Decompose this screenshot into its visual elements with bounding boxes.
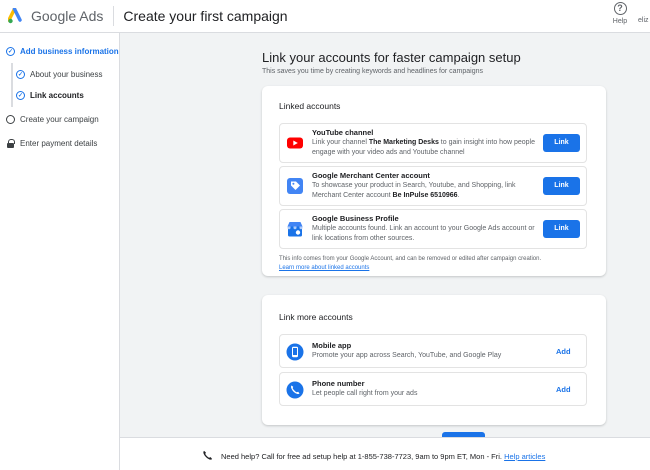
row-title: Phone number bbox=[312, 379, 365, 388]
help-icon: ? bbox=[613, 2, 627, 15]
main-content: Link your accounts for faster campaign s… bbox=[120, 33, 650, 437]
business-profile-row: Google Business Profile Multiple account… bbox=[279, 209, 587, 249]
business-profile-icon bbox=[287, 222, 303, 237]
step-about-your-business[interactable]: ✓ About your business bbox=[16, 70, 103, 79]
step-enter-payment-details[interactable]: Enter payment details bbox=[6, 139, 97, 148]
check-circle-icon: ✓ bbox=[16, 70, 25, 79]
row-title: Mobile app bbox=[312, 341, 352, 350]
row-description: Link your channel The Marketing Desks to… bbox=[312, 139, 535, 156]
help-articles-link[interactable]: Help articles bbox=[504, 452, 545, 461]
help-footer: Need help? Call for free ad setup help a… bbox=[120, 437, 650, 470]
linked-accounts-title: Linked accounts bbox=[279, 101, 341, 111]
row-description: To showcase your product in Search, Yout… bbox=[312, 182, 516, 199]
row-description: Let people call right from your ads bbox=[312, 390, 418, 397]
link-youtube-button[interactable]: Link bbox=[543, 134, 580, 152]
google-ads-logo-icon bbox=[8, 8, 22, 24]
phone-number-row: Phone number Let people call right from … bbox=[279, 372, 587, 406]
row-description: Promote your app across Search, YouTube,… bbox=[312, 352, 502, 359]
page-subtitle: This saves you time by creating keywords… bbox=[262, 68, 483, 75]
linked-accounts-card: Linked accounts YouTube channel Link you… bbox=[262, 86, 606, 276]
check-circle-icon: ✓ bbox=[16, 91, 25, 100]
step-add-business-information[interactable]: ✓ Add business information bbox=[6, 47, 119, 56]
page-header-title: Create your first campaign bbox=[123, 8, 288, 24]
youtube-channel-row: YouTube channel Link your channel The Ma… bbox=[279, 123, 587, 163]
row-title: YouTube channel bbox=[312, 128, 374, 137]
lock-icon bbox=[6, 139, 15, 148]
note-text: This info comes from your Google Account… bbox=[279, 256, 542, 262]
linked-accounts-note: This info comes from your Google Account… bbox=[279, 255, 541, 272]
substep-line bbox=[11, 63, 13, 107]
link-more-accounts-title: Link more accounts bbox=[279, 312, 353, 322]
header-divider bbox=[113, 6, 115, 26]
google-ads-logo[interactable]: Google Ads bbox=[8, 8, 103, 24]
app-header: Google Ads Create your first campaign ? … bbox=[0, 0, 650, 33]
link-merchant-center-button[interactable]: Link bbox=[543, 177, 580, 195]
help-button[interactable]: ? Help bbox=[609, 2, 631, 25]
footer-help-text: Need help? Call for free ad setup help a… bbox=[221, 452, 546, 461]
step-create-your-campaign[interactable]: Create your campaign bbox=[6, 115, 99, 124]
brand-name: Google Ads bbox=[31, 8, 104, 24]
link-more-accounts-card: Link more accounts Mobile app Promote yo… bbox=[262, 295, 606, 425]
progress-sidebar: ✓ Add business information ✓ About your … bbox=[0, 33, 120, 470]
row-title: Google Merchant Center account bbox=[312, 171, 430, 180]
page-title: Link your accounts for faster campaign s… bbox=[262, 50, 521, 65]
empty-circle-icon bbox=[6, 115, 15, 124]
step-link-accounts[interactable]: ✓ Link accounts bbox=[16, 91, 84, 100]
merchant-center-row: Google Merchant Center account To showca… bbox=[279, 166, 587, 206]
help-label: Help bbox=[612, 18, 628, 25]
learn-more-link[interactable]: Learn more about linked accounts bbox=[279, 265, 369, 271]
mobile-app-icon bbox=[286, 343, 304, 361]
row-description: Multiple accounts found. Link an account… bbox=[312, 225, 535, 242]
add-mobile-app-button[interactable]: Add bbox=[556, 347, 571, 356]
add-phone-number-button[interactable]: Add bbox=[556, 385, 571, 394]
phone-number-icon bbox=[286, 381, 304, 399]
link-business-profile-button[interactable]: Link bbox=[543, 220, 580, 238]
mobile-app-row: Mobile app Promote your app across Searc… bbox=[279, 334, 587, 368]
row-title: Google Business Profile bbox=[312, 214, 399, 223]
merchant-center-icon bbox=[287, 178, 303, 194]
youtube-icon bbox=[287, 137, 303, 149]
user-account[interactable]: eliz bbox=[638, 17, 649, 24]
check-circle-icon: ✓ bbox=[6, 47, 15, 56]
phone-icon bbox=[203, 450, 213, 460]
